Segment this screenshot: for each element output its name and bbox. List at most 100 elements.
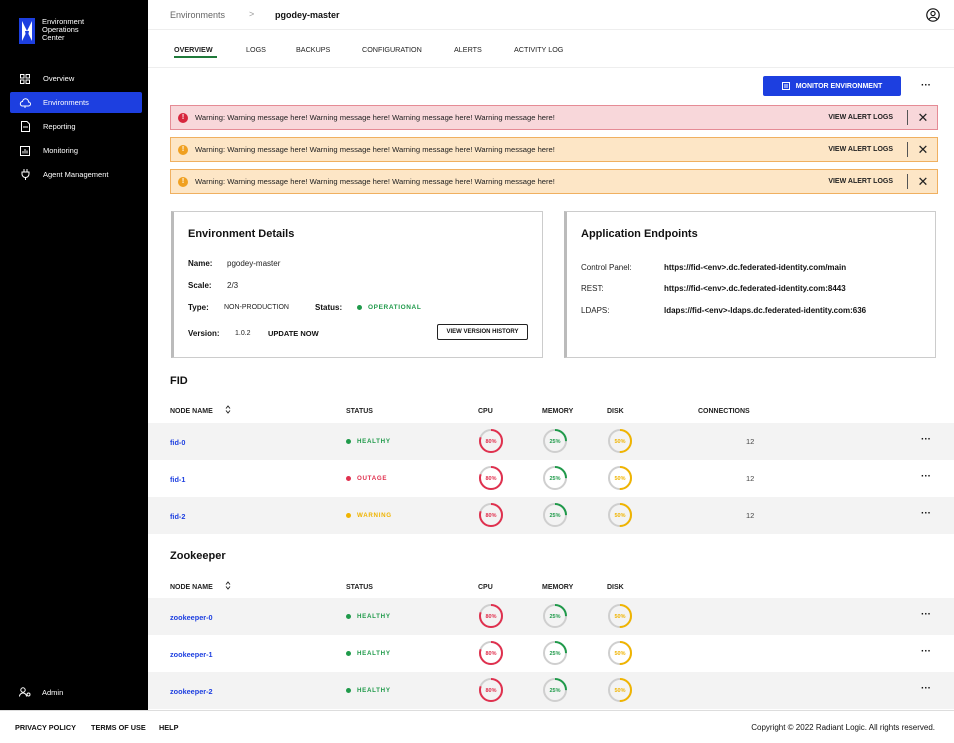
breadcrumb-environments[interactable]: Environments bbox=[170, 10, 225, 20]
gauge-label: 25% bbox=[549, 688, 560, 694]
endpoint-rest[interactable]: https://fid-<env>.dc.federated-identity.… bbox=[664, 284, 846, 293]
row-more-options-icon[interactable]: ··· bbox=[921, 471, 931, 482]
connections-count: 12 bbox=[746, 437, 755, 446]
gauge-label: 50% bbox=[614, 614, 625, 620]
node-name-link[interactable]: fid-1 bbox=[170, 475, 185, 484]
row-more-options-icon[interactable]: ··· bbox=[921, 646, 931, 657]
node-name-link[interactable]: zookeeper-0 bbox=[170, 613, 213, 622]
active-tab-indicator bbox=[174, 56, 217, 58]
cpu-gauge: 80% bbox=[479, 429, 503, 453]
node-name-link[interactable]: fid-0 bbox=[170, 438, 185, 447]
update-now-link[interactable]: UPDATE NOW bbox=[268, 329, 319, 338]
row-more-options-icon[interactable]: ··· bbox=[921, 434, 931, 445]
tab-logs[interactable]: LOGS bbox=[246, 45, 266, 54]
app-logo[interactable]: Environment Operations Center bbox=[19, 18, 112, 44]
version-value: 1.0.2 bbox=[235, 330, 251, 337]
tab-configuration[interactable]: CONFIGURATION bbox=[362, 45, 422, 54]
memory-gauge: 25% bbox=[543, 678, 567, 702]
column-header-node-name[interactable]: NODE NAME bbox=[170, 408, 213, 415]
gauge-label: 50% bbox=[614, 688, 625, 694]
node-name-link[interactable]: zookeeper-1 bbox=[170, 650, 213, 659]
name-value: pgodey-master bbox=[227, 259, 281, 268]
node-name-link[interactable]: fid-2 bbox=[170, 512, 185, 521]
row-more-options-icon[interactable]: ··· bbox=[921, 609, 931, 620]
node-name-link[interactable]: zookeeper-2 bbox=[170, 687, 213, 696]
sidebar-item-environments[interactable]: Environments bbox=[10, 92, 142, 113]
sidebar-item-overview[interactable]: Overview bbox=[10, 68, 142, 89]
document-icon bbox=[19, 121, 31, 133]
tab-backups[interactable]: BACKUPS bbox=[296, 45, 330, 54]
monitor-environment-button[interactable]: MONITOR ENVIRONMENT bbox=[763, 76, 901, 96]
chart-icon bbox=[19, 145, 31, 157]
gauge-label: 50% bbox=[614, 513, 625, 519]
gauge-label: 80% bbox=[485, 476, 496, 482]
cpu-gauge: 80% bbox=[479, 678, 503, 702]
tab-overview[interactable]: OVERVIEW bbox=[174, 45, 213, 54]
cloud-icon bbox=[19, 97, 31, 109]
column-header-cpu: CPU bbox=[478, 584, 493, 591]
admin-menu[interactable]: Admin bbox=[19, 686, 63, 698]
column-header-node-name[interactable]: NODE NAME bbox=[170, 584, 213, 591]
status-dot bbox=[357, 305, 362, 310]
status-dot bbox=[346, 688, 351, 693]
view-version-history-button[interactable]: VIEW VERSION HISTORY bbox=[437, 324, 528, 340]
row-more-options-icon[interactable]: ··· bbox=[921, 508, 931, 519]
status-text: HEALTHY bbox=[357, 650, 391, 657]
view-alert-logs-link[interactable]: VIEW ALERT LOGS bbox=[828, 114, 893, 121]
tab-alerts[interactable]: ALERTS bbox=[454, 45, 482, 54]
close-icon[interactable]: ✕ bbox=[916, 143, 930, 157]
gauge-label: 50% bbox=[614, 651, 625, 657]
type-value: NON-PRODUCTION bbox=[224, 304, 289, 311]
user-account-icon[interactable] bbox=[926, 8, 940, 22]
memory-gauge: 25% bbox=[543, 641, 567, 665]
sidebar-nav: Overview Environments Reporting Monitori… bbox=[10, 68, 142, 188]
sidebar-item-label: Reporting bbox=[43, 122, 76, 131]
alert-banner: ! Warning: Warning message here! Warning… bbox=[170, 137, 938, 162]
table-row: fid-0 HEALTHY 80% 25% 50% 12 ··· bbox=[148, 423, 954, 460]
status-dot bbox=[346, 614, 351, 619]
column-header-memory: MEMORY bbox=[542, 408, 574, 415]
row-more-options-icon[interactable]: ··· bbox=[921, 683, 931, 694]
close-icon[interactable]: ✕ bbox=[916, 111, 930, 125]
endpoint-ldaps[interactable]: ldaps://fid-<env>-ldaps.dc.federated-ide… bbox=[664, 306, 866, 315]
endpoint-label: REST: bbox=[581, 284, 604, 293]
sidebar-item-agent-management[interactable]: Agent Management bbox=[10, 164, 142, 185]
gauge-label: 25% bbox=[549, 476, 560, 482]
more-options-icon[interactable]: ··· bbox=[921, 80, 931, 91]
version-label: Version: bbox=[188, 329, 220, 338]
error-icon: ! bbox=[178, 112, 188, 123]
disk-gauge: 50% bbox=[608, 641, 632, 665]
status-dot bbox=[346, 513, 351, 518]
column-header-status: STATUS bbox=[346, 408, 373, 415]
endpoint-label: Control Panel: bbox=[581, 263, 632, 272]
table-row: fid-1 OUTAGE 80% 25% 50% 12 ··· bbox=[148, 460, 954, 497]
view-alert-logs-link[interactable]: VIEW ALERT LOGS bbox=[828, 178, 893, 185]
sidebar-item-label: Overview bbox=[43, 74, 75, 83]
footer-link-help[interactable]: HELP bbox=[159, 723, 178, 732]
close-icon[interactable]: ✕ bbox=[916, 175, 930, 189]
gauge-label: 25% bbox=[549, 651, 560, 657]
status-text: WARNING bbox=[357, 512, 392, 519]
sidebar-item-label: Monitoring bbox=[43, 146, 79, 155]
type-label: Type: bbox=[188, 303, 209, 312]
footer-link-terms-of-use[interactable]: TERMS OF USE bbox=[91, 723, 146, 732]
plug-icon bbox=[19, 169, 31, 181]
tab-activity-log[interactable]: ACTIVITY LOG bbox=[514, 45, 563, 54]
memory-gauge: 25% bbox=[543, 429, 567, 453]
sidebar: Environment Operations Center Overview E… bbox=[0, 0, 148, 710]
endpoint-control-panel[interactable]: https://fid-<env>.dc.federated-identity.… bbox=[664, 263, 846, 272]
scale-value: 2/3 bbox=[227, 281, 239, 290]
disk-gauge: 50% bbox=[608, 466, 632, 490]
tab-bar: OVERVIEW LOGS BACKUPS CONFIGURATION ALER… bbox=[148, 30, 954, 68]
sort-icon[interactable] bbox=[225, 581, 231, 590]
footer-link-privacy-policy[interactable]: PRIVACY POLICY bbox=[15, 723, 76, 732]
status-badge: OPERATIONAL bbox=[357, 304, 421, 311]
sidebar-item-label: Environments bbox=[43, 98, 89, 107]
admin-label: Admin bbox=[42, 687, 64, 697]
alert-divider bbox=[907, 142, 908, 157]
sort-icon[interactable] bbox=[225, 405, 231, 414]
view-alert-logs-link[interactable]: VIEW ALERT LOGS bbox=[828, 146, 893, 153]
sidebar-item-reporting[interactable]: Reporting bbox=[10, 116, 142, 137]
top-bar: Environments > pgodey-master bbox=[148, 0, 954, 30]
sidebar-item-monitoring[interactable]: Monitoring bbox=[10, 140, 142, 161]
